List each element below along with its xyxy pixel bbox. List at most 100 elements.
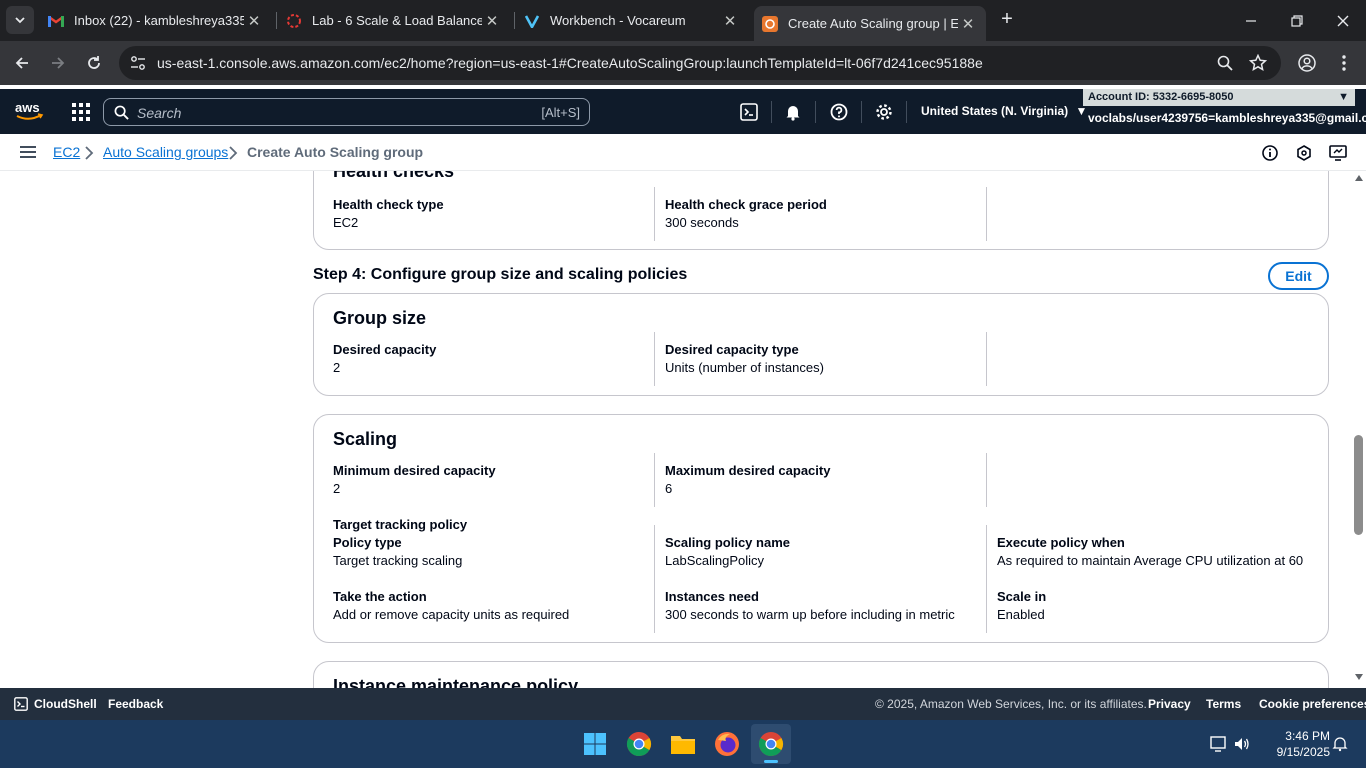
- info-button[interactable]: [1261, 144, 1279, 162]
- tab-gmail[interactable]: Inbox (22) - kambleshreya335@ ✕: [40, 0, 272, 41]
- aws-top-nav: aws Search [Alt+S] United States (N. Vir…: [0, 89, 1366, 134]
- tab-title: Workbench - Vocareum: [550, 13, 686, 28]
- field-label: Scaling policy name: [665, 535, 790, 550]
- aws-icon: [762, 15, 778, 32]
- cookie-preferences-link[interactable]: Cookie preferences: [1259, 697, 1366, 711]
- close-window-button[interactable]: [1320, 0, 1366, 41]
- scaling-title: Scaling: [333, 429, 398, 449]
- volume-icon[interactable]: [1234, 736, 1250, 752]
- site-settings-icon[interactable]: [129, 54, 147, 72]
- network-icon[interactable]: [1210, 736, 1228, 752]
- target-tracking-section-label: Target tracking policy: [333, 516, 467, 534]
- field-value: Add or remove capacity units as required: [333, 607, 570, 622]
- account-user[interactable]: voclabs/user4239756=kambleshreya335@gmai…: [1088, 111, 1366, 125]
- close-tab-icon[interactable]: ✕: [720, 12, 740, 30]
- scroll-down-icon[interactable]: [1355, 674, 1363, 680]
- display-preferences-button[interactable]: [1329, 144, 1347, 162]
- more-vertical-icon: [1342, 55, 1346, 71]
- field-value: Units (number of instances): [665, 360, 824, 375]
- privacy-link[interactable]: Privacy: [1148, 697, 1191, 711]
- breadcrumb-auto-scaling-groups[interactable]: Auto Scaling groups: [103, 144, 228, 160]
- column-divider: [654, 332, 655, 386]
- settings-button[interactable]: [874, 102, 894, 122]
- taskbar-chrome-active[interactable]: [751, 724, 791, 764]
- policy-type-field: Policy type Target tracking scaling: [333, 534, 462, 570]
- step4-title: Step 4: Configure group size and scaling…: [313, 266, 688, 283]
- maximize-button[interactable]: [1274, 0, 1320, 41]
- menu-icon[interactable]: [20, 145, 36, 159]
- notification-center-icon[interactable]: [1332, 736, 1348, 752]
- zoom-button[interactable]: [1211, 49, 1239, 77]
- info-icon: [1262, 145, 1278, 161]
- instance-maintenance-card: Instance maintenance policy: [313, 661, 1329, 688]
- address-bar[interactable]: us-east-1.console.aws.amazon.com/ec2/hom…: [119, 46, 1281, 80]
- caret-down-icon: ▼: [1338, 91, 1349, 103]
- clock-time: 3:46 PM: [1285, 729, 1330, 743]
- tab-create-asg[interactable]: Create Auto Scaling group | EC2 ✕: [754, 6, 986, 41]
- execute-policy-when-field: Execute policy when As required to maint…: [997, 534, 1303, 570]
- reload-button[interactable]: [80, 49, 108, 77]
- system-clock[interactable]: 3:46 PM 9/15/2025: [1262, 728, 1330, 760]
- taskbar-chrome[interactable]: [619, 724, 659, 764]
- scroll-thumb[interactable]: [1354, 435, 1363, 535]
- bookmark-button[interactable]: [1244, 49, 1272, 77]
- profile-button[interactable]: [1293, 49, 1321, 77]
- browser-tab-strip: Inbox (22) - kambleshreya335@ ✕ Lab - 6 …: [0, 0, 1366, 41]
- cloudshell-link[interactable]: CloudShell: [34, 697, 97, 711]
- instance-maintenance-title: Instance maintenance policy: [333, 676, 579, 688]
- close-tab-icon[interactable]: ✕: [244, 12, 264, 30]
- breadcrumb-current: Create Auto Scaling group: [247, 144, 424, 160]
- group-size-title: Group size: [333, 308, 427, 328]
- new-tab-button[interactable]: +: [996, 9, 1018, 31]
- region-label: United States (N. Virginia): [921, 104, 1069, 118]
- start-button[interactable]: [575, 724, 615, 764]
- minimize-icon: [1246, 19, 1256, 22]
- chrome-icon: [626, 732, 652, 757]
- field-label: Desired capacity type: [665, 342, 799, 357]
- page-scrollbar[interactable]: [1352, 171, 1366, 688]
- scroll-up-icon[interactable]: [1355, 175, 1363, 181]
- field-label: Maximum desired capacity: [665, 463, 831, 478]
- field-value: 6: [665, 481, 673, 496]
- field-label: Policy type: [333, 535, 402, 550]
- aws-search-input[interactable]: Search [Alt+S]: [103, 98, 590, 126]
- tab-search-button[interactable]: [6, 6, 34, 34]
- terminal-icon: [740, 103, 758, 121]
- tab-vocareum[interactable]: Workbench - Vocareum ✕: [516, 0, 748, 41]
- browser-menu-button[interactable]: [1330, 49, 1358, 77]
- column-divider: [654, 525, 655, 633]
- taskbar-file-explorer[interactable]: [663, 724, 703, 764]
- feedback-link[interactable]: Feedback: [108, 697, 163, 711]
- minimize-button[interactable]: [1228, 0, 1274, 41]
- chevron-down-icon: [15, 17, 25, 24]
- breadcrumb-ec2[interactable]: EC2: [53, 144, 80, 160]
- close-tab-icon[interactable]: ✕: [482, 12, 502, 30]
- edit-step4-button[interactable]: Edit: [1268, 262, 1329, 290]
- feedback-panel-button[interactable]: [1295, 144, 1313, 162]
- services-grid-icon[interactable]: [71, 102, 91, 122]
- chevron-right-icon: [85, 146, 94, 160]
- back-button[interactable]: [8, 49, 36, 77]
- health-check-type-field: Health check type EC2: [333, 196, 444, 232]
- cloudshell-button[interactable]: [739, 102, 759, 122]
- tab-lab[interactable]: Lab - 6 Scale & Load Balance yo ✕: [278, 0, 510, 41]
- aws-logo-icon[interactable]: aws: [14, 100, 44, 122]
- account-menu[interactable]: Account ID: 5332-6695-8050 ▼: [1083, 89, 1355, 106]
- forward-button[interactable]: [44, 49, 72, 77]
- close-tab-icon[interactable]: ✕: [958, 15, 978, 33]
- region-selector[interactable]: United States (N. Virginia) ▼: [921, 104, 1087, 118]
- scaling-policy-name-field: Scaling policy name LabScalingPolicy: [665, 534, 790, 570]
- notifications-button[interactable]: [783, 102, 803, 122]
- taskbar-firefox[interactable]: [707, 724, 747, 764]
- help-button[interactable]: [829, 102, 849, 122]
- firefox-icon: [715, 732, 739, 756]
- hexagon-icon: [1297, 145, 1311, 161]
- field-value: 2: [333, 360, 341, 375]
- take-the-action-field: Take the action Add or remove capacity u…: [333, 588, 569, 624]
- chevron-right-icon: [229, 146, 238, 160]
- close-icon: [1337, 15, 1349, 26]
- terms-link[interactable]: Terms: [1206, 697, 1241, 711]
- monitor-icon: [1329, 145, 1347, 161]
- instances-need-field: Instances need 300 seconds to warm up be…: [665, 588, 955, 624]
- desired-capacity-field: Desired capacity 2: [333, 341, 436, 377]
